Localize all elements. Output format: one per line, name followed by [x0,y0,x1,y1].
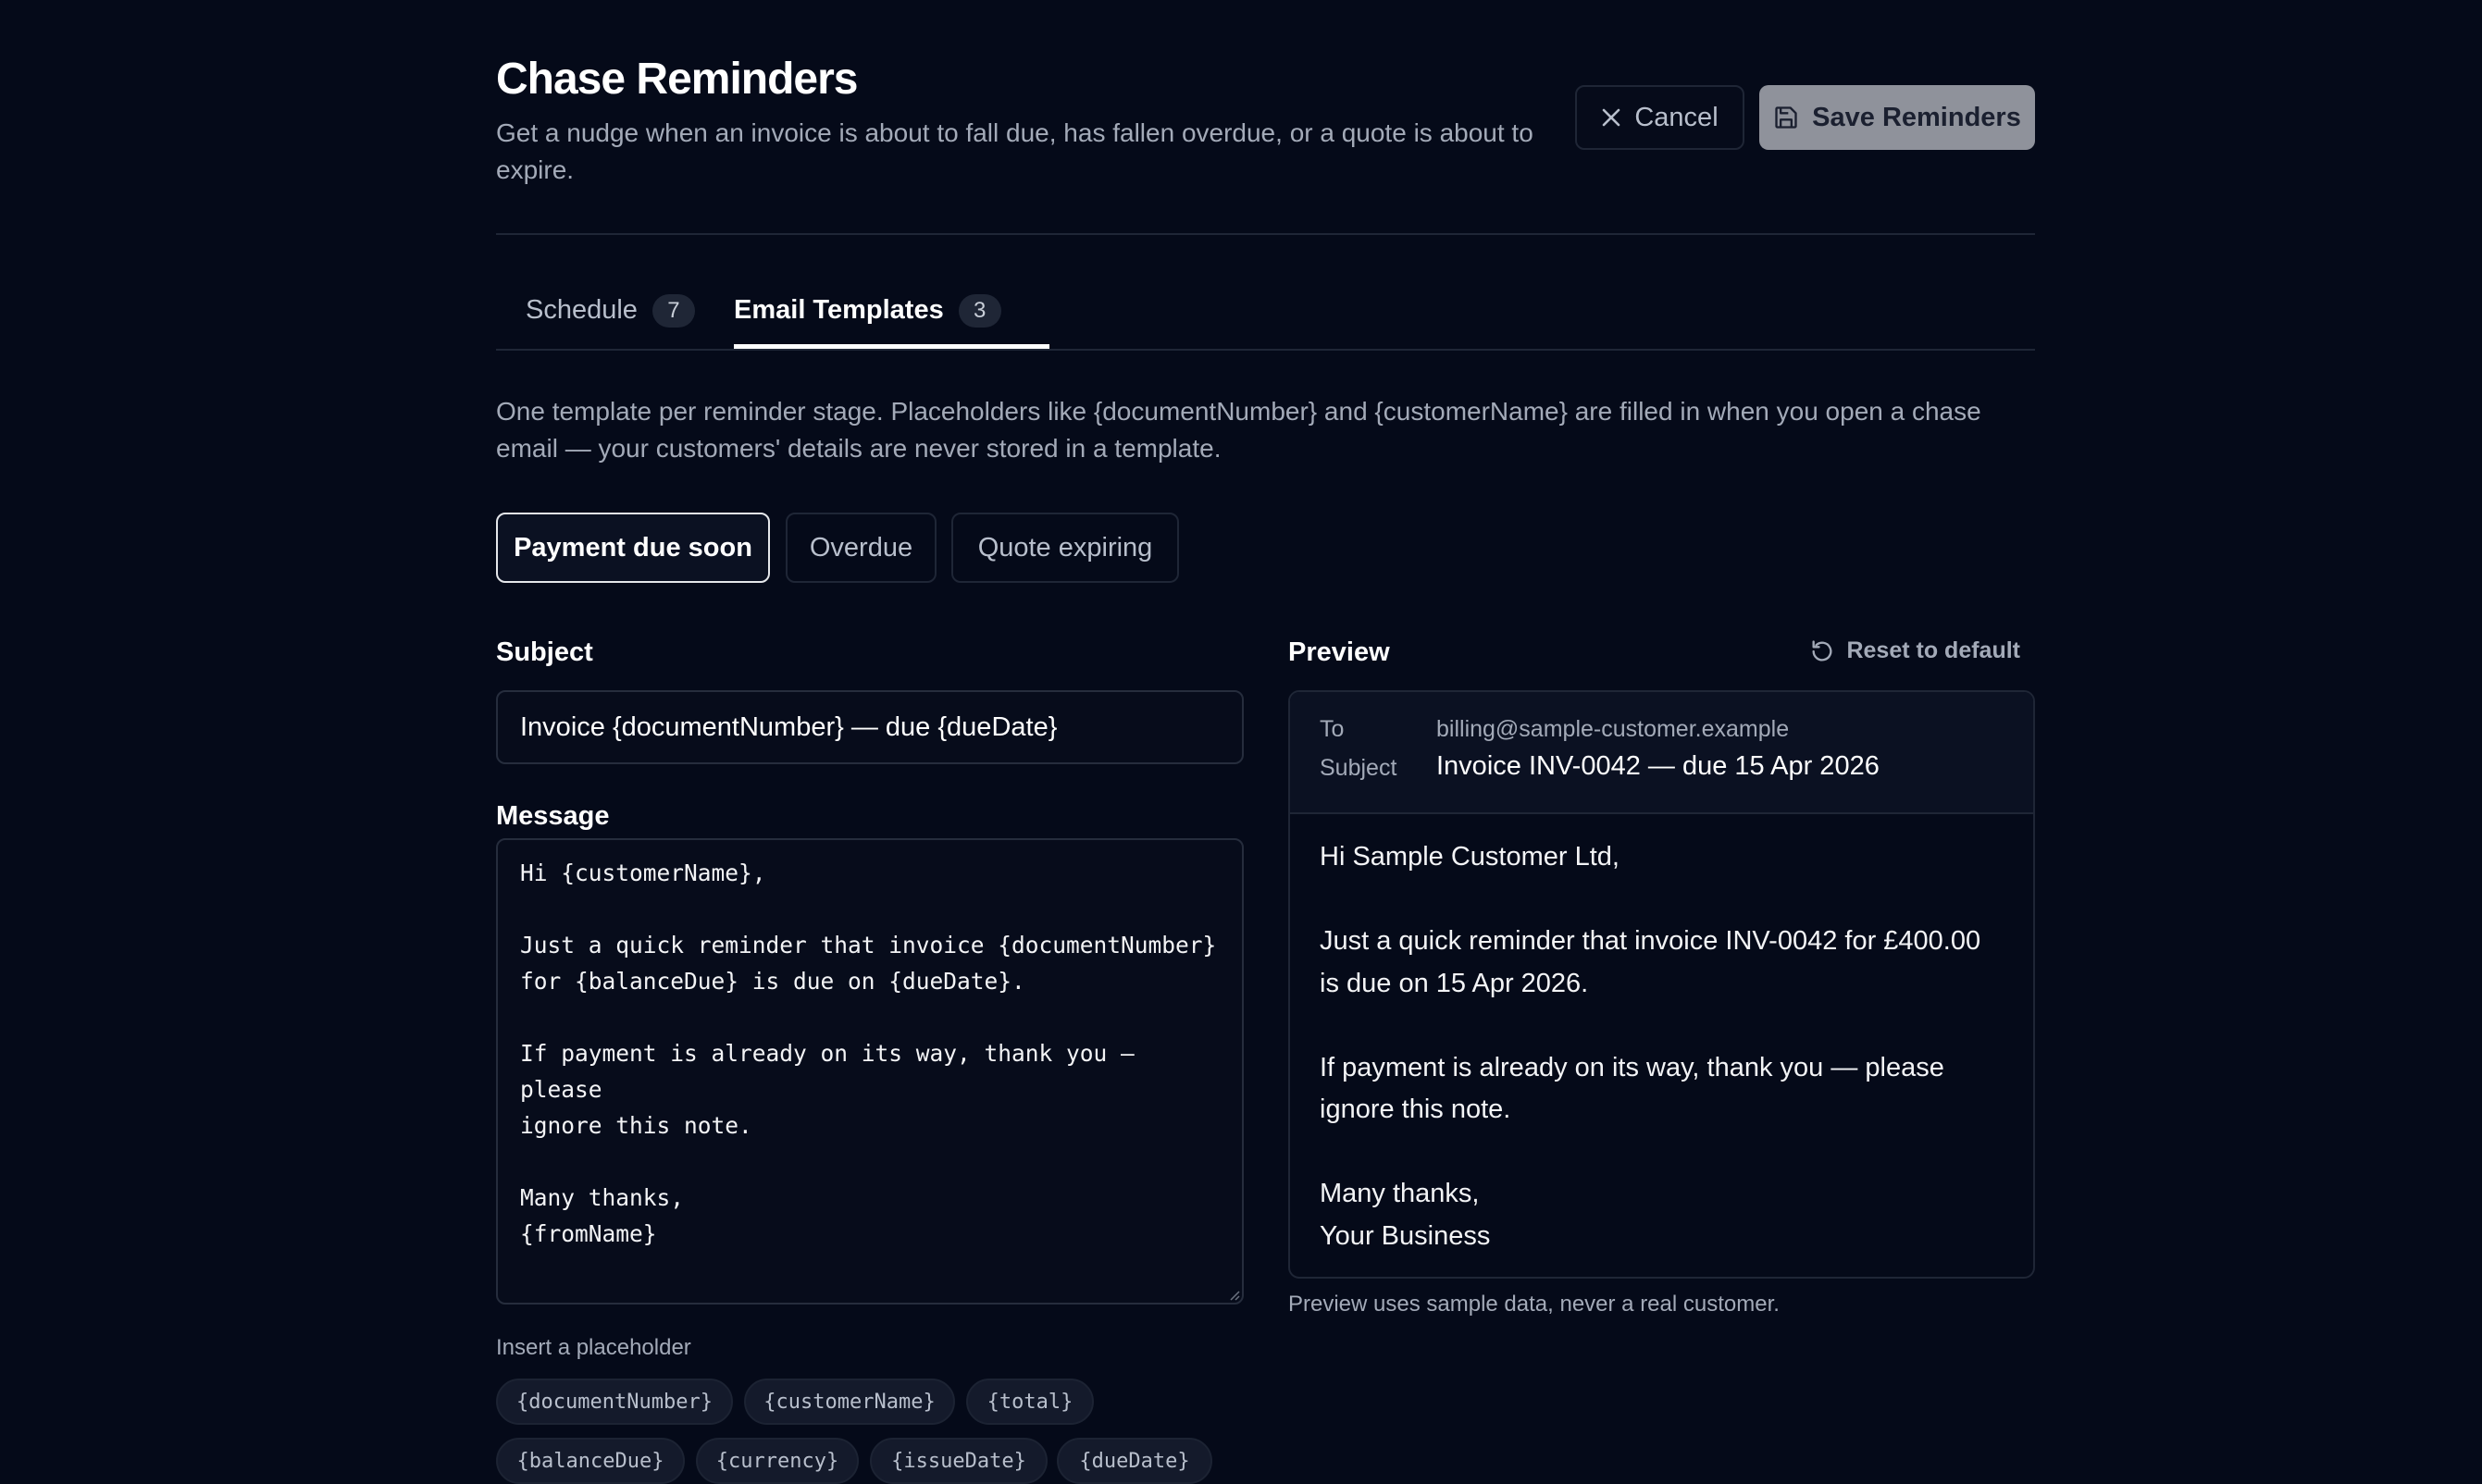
preview-header: Preview Reset to default [1288,637,2035,671]
resize-handle-icon[interactable] [1227,1288,1240,1301]
placeholder-chip-due-date[interactable]: {dueDate} [1057,1438,1212,1484]
placeholder-chip-currency[interactable]: {currency} [696,1438,859,1484]
preview-subject-key: Subject [1320,755,1397,781]
reset-to-default-label: Reset to default [1846,637,2020,663]
tab-schedule-count: 7 [652,294,695,328]
save-reminders-label: Save Reminders [1812,102,2021,132]
floppy-disk-icon [1775,106,1797,129]
tab-email-templates[interactable]: Email Templates 3 [734,282,1001,349]
tab-schedule[interactable]: Schedule 7 [526,282,695,349]
placeholder-chip-customer-name[interactable]: {customerName} [744,1379,955,1425]
subject-input[interactable] [496,690,1244,764]
preview-card: To billing@sample-customer.example Subje… [1288,690,2035,1279]
tab-schedule-label: Schedule [526,295,638,325]
cancel-button-label: Cancel [1634,102,1719,132]
stage-quote-expiring[interactable]: Quote expiring [951,513,1179,583]
stage-overdue[interactable]: Overdue [786,513,937,583]
preview-label: Preview [1288,637,1390,667]
tab-email-templates-count: 3 [958,294,1001,328]
placeholder-chip-balance-due[interactable]: {balanceDue} [496,1438,685,1484]
preview-to-value: billing@sample-customer.example [1436,716,1790,742]
placeholder-chip-issue-date[interactable]: {issueDate} [870,1438,1048,1484]
preview-note: Preview uses sample data, never a real c… [1288,1292,1780,1317]
placeholder-chip-document-number[interactable]: {documentNumber} [496,1379,733,1425]
cancel-button[interactable]: Cancel [1575,85,1744,150]
stage-payment-due-soon[interactable]: Payment due soon [496,513,770,583]
preview-meta: To billing@sample-customer.example Subje… [1290,692,2033,814]
preview-body: Hi Sample Customer Ltd, Just a quick rem… [1320,842,1981,1251]
placeholder-chip-total[interactable]: {total} [966,1379,1094,1425]
tab-bar: Schedule 7 Email Templates 3 [496,282,2035,351]
placeholder-label: Insert a placeholder [496,1335,691,1360]
reset-to-default-button[interactable]: Reset to default [1809,637,2020,664]
page-header: Chase Reminders Get a nudge when an invo… [496,54,2035,188]
message-label: Message [496,801,610,831]
page-subtitle: Get a nudge when an invoice is about to … [496,118,1533,184]
page-title: Chase Reminders [496,55,858,104]
subject-label: Subject [496,637,593,667]
intro-text: One template per reminder stage. Placeho… [496,397,1981,463]
close-icon [1603,108,1620,127]
tab-email-templates-label: Email Templates [734,295,944,325]
save-reminders-button[interactable]: Save Reminders [1759,85,2035,150]
header-divider [496,233,2035,235]
rotate-ccw-icon [1812,639,1832,662]
message-textarea[interactable]: Hi {customerName}, Just a quick reminder… [496,838,1244,1305]
preview-subject-value: Invoice INV-0042 — due 15 Apr 2026 [1436,751,1880,781]
preview-to-key: To [1320,716,1345,742]
active-tab-indicator [734,344,1049,349]
